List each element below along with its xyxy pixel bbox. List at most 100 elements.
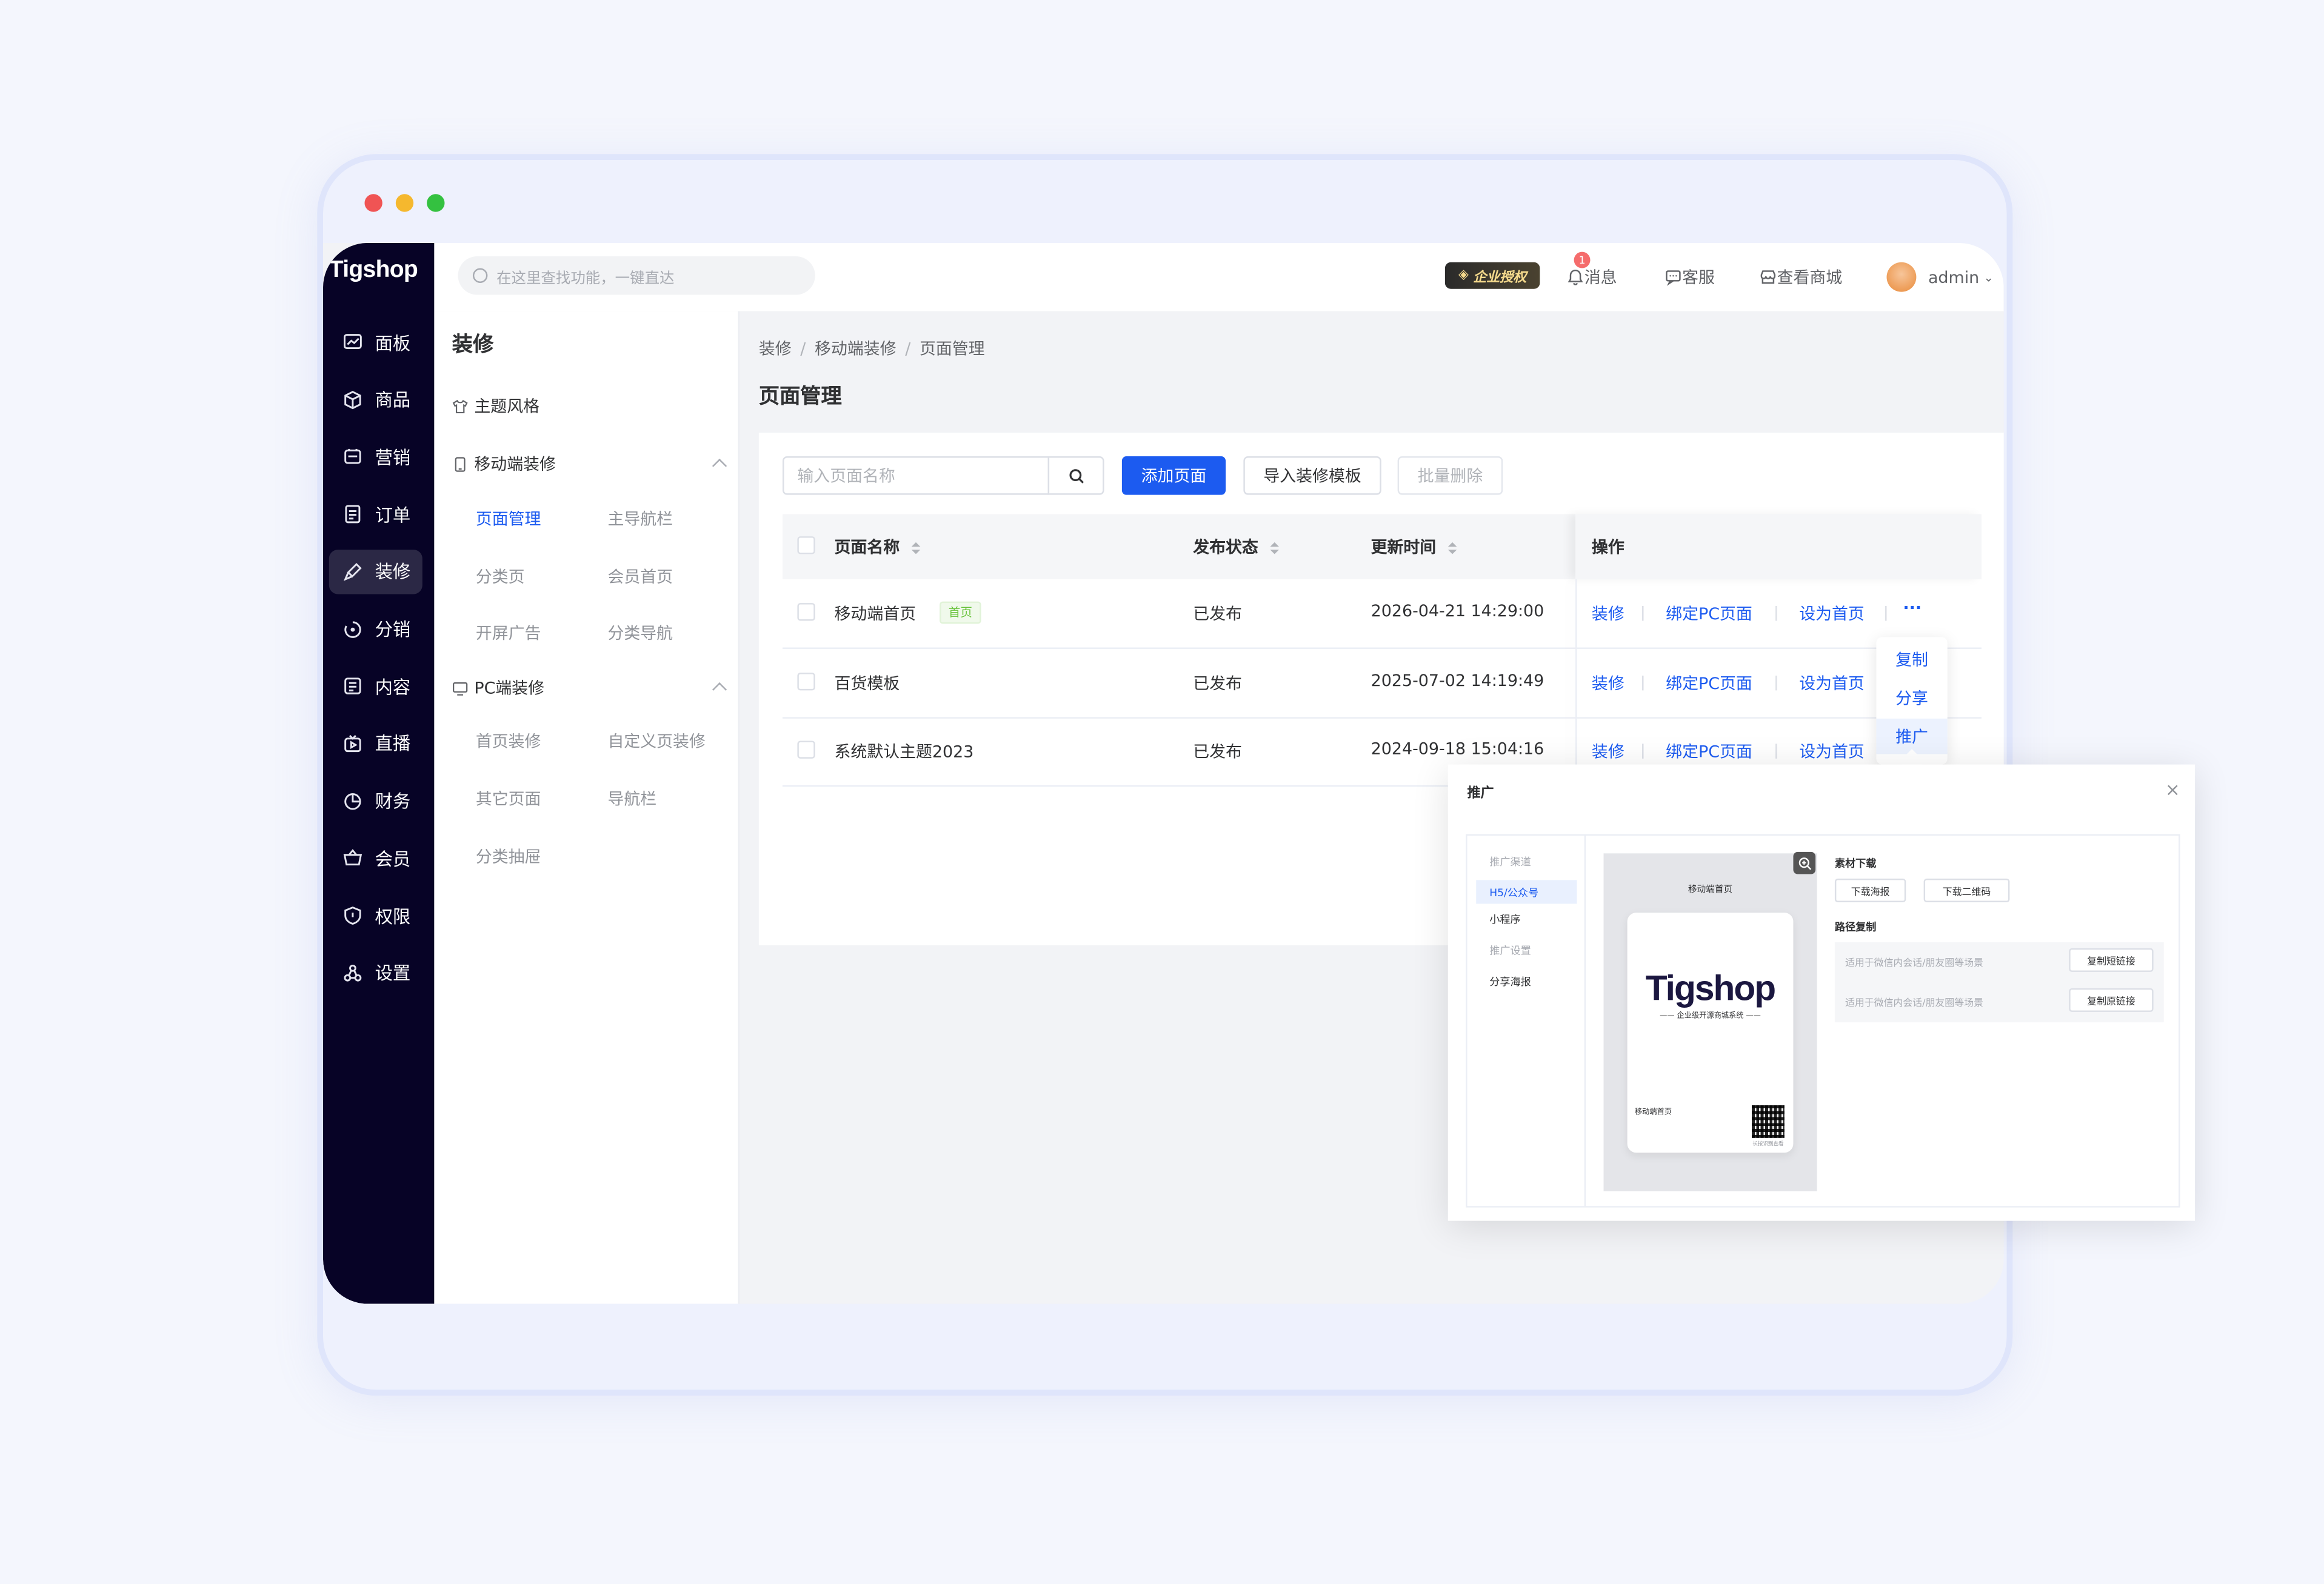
- nav-item-label: 分销: [375, 619, 411, 641]
- side-item-poster[interactable]: 分享海报: [1489, 975, 1531, 990]
- download-qr-button[interactable]: 下载二维码: [1923, 878, 2010, 903]
- download-poster-button[interactable]: 下载海报: [1834, 878, 1906, 903]
- bind-pc-link[interactable]: 绑定PC页面: [1666, 602, 1752, 625]
- channel-heading: 推广渠道: [1489, 856, 1531, 868]
- batch-delete-button[interactable]: 批量删除: [1397, 456, 1503, 495]
- mobile-link-category[interactable]: 分类页: [476, 565, 525, 588]
- messages-button[interactable]: 1 消息: [1566, 243, 1617, 311]
- nav-item-order[interactable]: 订单: [329, 492, 422, 536]
- mobile-link-category-nav[interactable]: 分类导航: [607, 621, 673, 644]
- decorate-link[interactable]: 装修: [1592, 740, 1624, 764]
- zoom-in-icon[interactable]: [1793, 851, 1816, 874]
- more-actions-dropdown: 复制 分享 推广: [1876, 637, 1948, 765]
- menu-item-copy[interactable]: 复制: [1876, 642, 1947, 677]
- pc-decor-group[interactable]: PC端装修: [452, 676, 544, 699]
- dashboard-icon: [342, 332, 363, 353]
- enterprise-auth-badge[interactable]: ◈ 企业授权: [1444, 262, 1540, 289]
- user-menu[interactable]: admin ⌄: [1886, 243, 1994, 311]
- nav-item-box[interactable]: 商品: [329, 378, 422, 422]
- row-checkbox[interactable]: [797, 603, 815, 621]
- sort-icon[interactable]: [1270, 542, 1280, 554]
- content-icon: [342, 676, 363, 696]
- set-home-link[interactable]: 设为首页: [1799, 671, 1865, 694]
- action-divider: [1885, 606, 1887, 621]
- bind-pc-link[interactable]: 绑定PC页面: [1666, 740, 1752, 764]
- add-page-button[interactable]: 添加页面: [1121, 456, 1226, 495]
- side-item-h5[interactable]: H5/公众号: [1489, 886, 1538, 900]
- more-actions-button[interactable]: ···: [1903, 599, 1922, 618]
- mobile-link-page-mgmt[interactable]: 页面管理: [476, 507, 541, 530]
- theme-style-link[interactable]: 主题风格: [452, 394, 539, 418]
- import-template-button[interactable]: 导入装修模板: [1243, 456, 1381, 495]
- nav-item-label: 直播: [375, 734, 411, 755]
- copy-short-link-button[interactable]: 复制短链接: [2069, 948, 2154, 972]
- decorate-link[interactable]: 装修: [1592, 671, 1624, 694]
- row-page-name: 移动端首页: [834, 604, 917, 624]
- decorate-link[interactable]: 装修: [1592, 602, 1624, 625]
- view-shop-label: 查看商城: [1777, 268, 1843, 288]
- col-header-status[interactable]: 发布状态: [1193, 535, 1280, 559]
- stage: Tigshop 面板 商品 营销 订单 装修 分销 内容 直播 财务 会员 权限 设置 在这里查找功能…: [0, 0, 2324, 1584]
- view-shop-button[interactable]: 查看商城: [1759, 243, 1842, 311]
- select-all-checkbox[interactable]: [797, 536, 815, 554]
- poster-logo: Tigshop: [1645, 969, 1776, 1010]
- side-item-miniprogram[interactable]: 小程序: [1489, 913, 1520, 927]
- mobile-decor-group[interactable]: 移动端装修: [452, 452, 556, 476]
- set-home-link[interactable]: 设为首页: [1799, 602, 1865, 625]
- pc-link-custom[interactable]: 自定义页装修: [607, 729, 705, 753]
- search-placeholder: 在这里查找功能，一键直达: [496, 270, 675, 287]
- col-header-ops: 操作: [1591, 537, 1624, 557]
- maximize-dot[interactable]: [427, 194, 445, 212]
- service-button[interactable]: 客服: [1665, 243, 1715, 311]
- user-name: admin: [1928, 267, 1980, 287]
- nav-item-label: 面板: [375, 332, 411, 354]
- pc-link-home[interactable]: 首页装修: [476, 729, 541, 753]
- row-checkbox[interactable]: [797, 741, 815, 759]
- marketing-icon: [342, 447, 363, 467]
- nav-item-dashboard[interactable]: 面板: [329, 320, 422, 364]
- nav-item-finance[interactable]: 财务: [329, 779, 422, 823]
- logo: Tigshop: [329, 258, 418, 283]
- nav-item-shield[interactable]: 权限: [329, 893, 422, 937]
- nav-item-brush[interactable]: 装修: [329, 549, 422, 594]
- nav-item-basket[interactable]: 会员: [329, 836, 422, 880]
- mobile-link-main-nav[interactable]: 主导航栏: [607, 507, 673, 530]
- row-checkbox[interactable]: [797, 672, 815, 690]
- pc-link-category-drawer[interactable]: 分类抽屉: [476, 845, 541, 868]
- breadcrumb-item[interactable]: 移动端装修: [815, 339, 896, 359]
- live-icon: [342, 733, 363, 754]
- close-dot[interactable]: [364, 194, 382, 212]
- nav-item-label: 商品: [375, 390, 411, 411]
- copy-original-link-button[interactable]: 复制原链接: [2069, 988, 2154, 1012]
- mobile-link-splash-ad[interactable]: 开屏广告: [476, 621, 541, 644]
- search-button[interactable]: [1047, 456, 1104, 495]
- auth-badge-label: 企业授权: [1473, 270, 1527, 285]
- global-search-input[interactable]: 在这里查找功能，一键直达: [458, 256, 815, 295]
- search-icon: [472, 268, 488, 283]
- breadcrumb-item[interactable]: 装修: [759, 339, 792, 359]
- pc-link-navbar[interactable]: 导航栏: [607, 787, 656, 810]
- sort-icon[interactable]: [1447, 542, 1457, 554]
- sort-icon[interactable]: [911, 542, 921, 554]
- menu-item-share[interactable]: 分享: [1876, 680, 1947, 716]
- mobile-link-member-home[interactable]: 会员首页: [607, 565, 673, 588]
- chevron-up-icon[interactable]: [712, 682, 727, 697]
- page-name-input[interactable]: 输入页面名称: [782, 456, 1050, 495]
- pc-group-label: PC端装修: [474, 678, 545, 698]
- nav-item-distribution[interactable]: 分销: [329, 607, 422, 651]
- col-header-time[interactable]: 更新时间: [1371, 535, 1457, 559]
- nav-item-content[interactable]: 内容: [329, 664, 422, 708]
- nav-item-marketing[interactable]: 营销: [329, 434, 422, 479]
- messages-label: 消息: [1584, 268, 1617, 288]
- page-title: 页面管理: [758, 385, 842, 409]
- nav-item-settings[interactable]: 设置: [329, 951, 422, 995]
- set-home-link[interactable]: 设为首页: [1799, 740, 1865, 764]
- pc-link-other[interactable]: 其它页面: [476, 787, 541, 810]
- close-icon[interactable]: ×: [2165, 779, 2180, 800]
- col-header-name[interactable]: 页面名称: [835, 535, 921, 559]
- bind-pc-link[interactable]: 绑定PC页面: [1666, 671, 1752, 694]
- chevron-up-icon[interactable]: [712, 458, 727, 474]
- row-update-time: 2026-04-21 14:29:00: [1371, 601, 1544, 621]
- minimize-dot[interactable]: [395, 194, 414, 212]
- nav-item-live[interactable]: 直播: [329, 721, 422, 765]
